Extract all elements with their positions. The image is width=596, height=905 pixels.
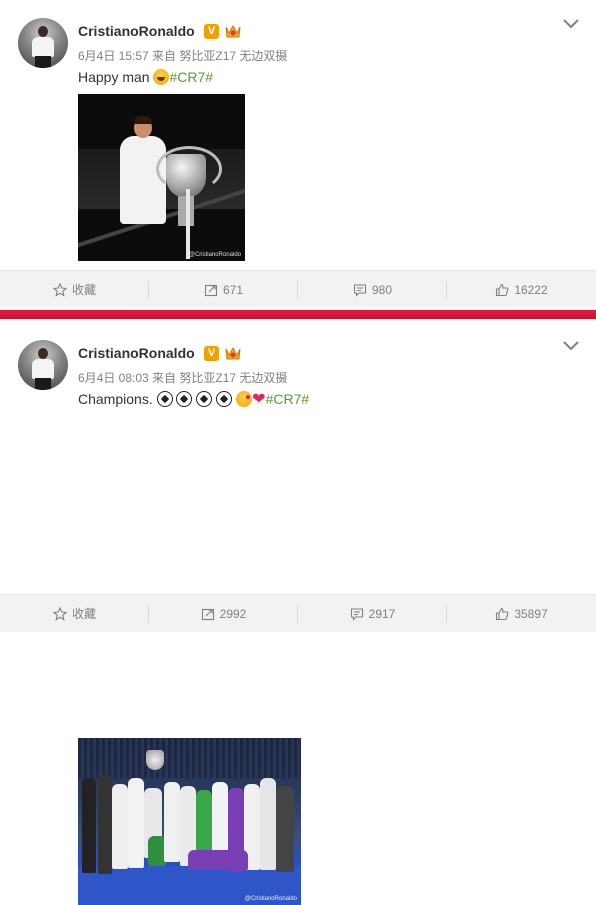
repost-count: 2992 (219, 606, 247, 621)
action-bar: 收藏 671 980 16222 (0, 270, 596, 308)
post-text-body: Happy man (78, 69, 154, 85)
vip-icon (225, 24, 241, 38)
favorite-label: 收藏 (71, 607, 96, 621)
like-icon (496, 607, 509, 620)
verified-badge-icon: V (204, 24, 219, 39)
hashtag-link[interactable]: #CR7# (169, 69, 213, 85)
username[interactable]: CristianoRonaldo (78, 345, 195, 361)
action-bar: 收藏 2992 2917 35897 (0, 594, 596, 632)
star-icon (52, 282, 67, 297)
heart-emoji-icon: ❤ (252, 391, 266, 408)
repost-count: 671 (222, 282, 244, 297)
username[interactable]: CristianoRonaldo (78, 23, 195, 39)
repost-button[interactable]: 671 (149, 271, 298, 308)
comment-button[interactable]: 2917 (298, 595, 447, 632)
chevron-down-icon[interactable] (562, 18, 580, 30)
post-text: Champions. ❤#CR7# (78, 391, 309, 408)
weibo-post: CristianoRonaldo V 6月4日 08:03 来自 努比亚Z17 … (0, 322, 596, 905)
comment-count: 2917 (368, 606, 396, 621)
vip-icon (225, 346, 241, 360)
comment-icon (350, 607, 363, 621)
favorite-button[interactable]: 收藏 (0, 595, 149, 632)
post-photo[interactable]: @CristianoRonaldo (78, 738, 301, 905)
star-icon (52, 606, 67, 621)
like-button[interactable]: 16222 (447, 271, 596, 308)
like-count: 16222 (514, 282, 548, 297)
verified-badge-icon: V (204, 346, 219, 361)
post-meta: 6月4日 08:03 来自 努比亚Z17 无边双摄 (78, 371, 288, 385)
hashtag-link[interactable]: #CR7# (266, 391, 310, 407)
repost-icon (204, 284, 218, 296)
repost-button[interactable]: 2992 (149, 595, 298, 632)
post-meta: 6月4日 15:57 来自 努比亚Z17 无边双摄 (78, 49, 288, 63)
soccer-ball-emoji-icon (216, 391, 233, 407)
comment-icon (353, 283, 367, 297)
avatar[interactable] (18, 18, 68, 68)
kiss-emoji-icon (236, 391, 253, 407)
like-icon (496, 283, 509, 296)
soccer-ball-emoji-icon (196, 391, 213, 407)
photo-watermark: @CristianoRonaldo (188, 252, 241, 258)
avatar[interactable] (18, 340, 68, 390)
post-text: Happy man #CR7# (78, 69, 213, 85)
weibo-post: CristianoRonaldo V 6月4日 15:57 来自 努比亚Z17 … (0, 0, 596, 308)
soccer-ball-emoji-icon (176, 391, 193, 407)
grin-emoji-icon (153, 69, 170, 85)
photo-watermark: @CristianoRonaldo (244, 896, 297, 902)
favorite-label: 收藏 (71, 283, 96, 297)
repost-icon (201, 608, 214, 620)
post-divider (0, 307, 596, 322)
soccer-ball-emoji-icon (156, 391, 173, 407)
like-button[interactable]: 35897 (447, 595, 596, 632)
post-text-body: Champions. (78, 391, 157, 407)
post-photo[interactable]: @CristianoRonaldo (78, 94, 245, 261)
chevron-down-icon[interactable] (562, 340, 580, 352)
favorite-button[interactable]: 收藏 (0, 271, 149, 308)
comment-count: 980 (371, 282, 393, 297)
like-count: 35897 (514, 606, 548, 621)
comment-button[interactable]: 980 (298, 271, 447, 308)
